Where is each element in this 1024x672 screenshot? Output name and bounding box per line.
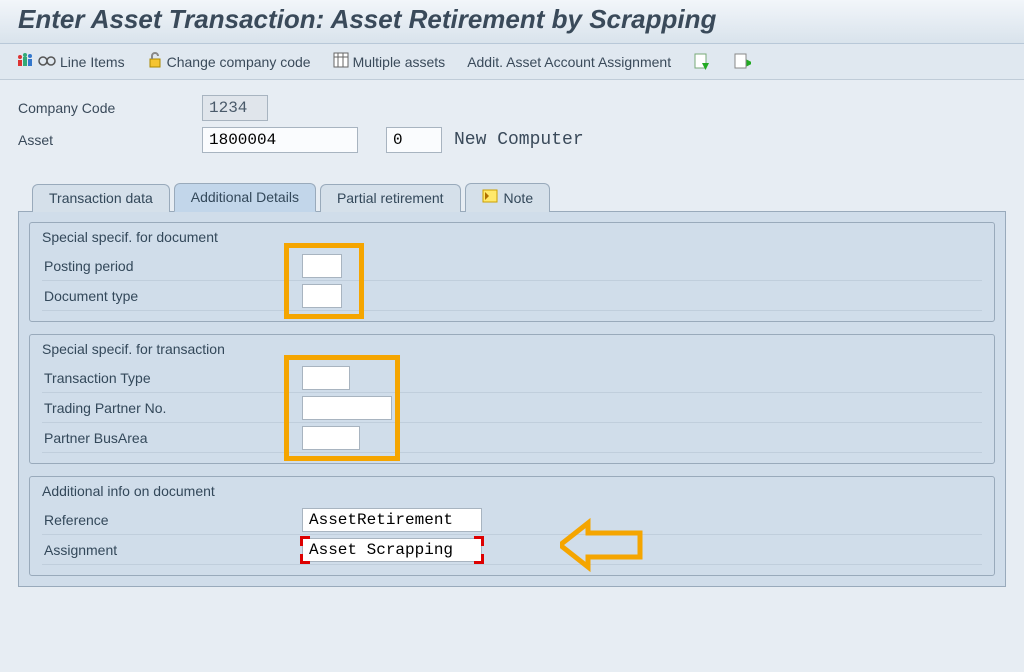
- addit-assign-label: Addit. Asset Account Assignment: [467, 54, 671, 70]
- company-code-label: Company Code: [18, 100, 202, 116]
- partner-busarea-field[interactable]: [302, 426, 360, 450]
- tab-additional-details[interactable]: Additional Details: [174, 183, 316, 212]
- asset-sub-field[interactable]: [386, 127, 442, 153]
- tab-note-label: Note: [504, 190, 534, 206]
- transaction-type-label: Transaction Type: [42, 370, 302, 386]
- trading-partner-field[interactable]: [302, 396, 392, 420]
- trading-partner-label: Trading Partner No.: [42, 400, 302, 416]
- tabstrip: Transaction data Additional Details Part…: [18, 182, 1006, 211]
- partner-busarea-label: Partner BusArea: [42, 430, 302, 446]
- line-items-button[interactable]: Line Items: [18, 53, 125, 70]
- asset-label: Asset: [18, 132, 202, 148]
- change-company-label: Change company code: [167, 54, 311, 70]
- posting-period-label: Posting period: [42, 258, 302, 274]
- tab-note[interactable]: Note: [465, 183, 551, 212]
- tab-body: Special specif. for document Posting per…: [18, 211, 1006, 587]
- multiple-assets-button[interactable]: Multiple assets: [333, 52, 446, 71]
- posting-period-field[interactable]: [302, 254, 342, 278]
- focus-corner-icon: [300, 554, 310, 564]
- assignment-field[interactable]: [302, 538, 482, 562]
- line-items-label: Line Items: [60, 54, 125, 70]
- focus-corner-icon: [474, 536, 484, 546]
- group-special-document-title: Special specif. for document: [42, 229, 982, 245]
- addit-assign-button[interactable]: Addit. Asset Account Assignment: [467, 54, 671, 70]
- glasses-icon: [38, 54, 56, 70]
- asset-number-field[interactable]: [202, 127, 358, 153]
- reference-field[interactable]: [302, 508, 482, 532]
- toolbar: Line Items Change company code Multiple …: [0, 44, 1024, 80]
- unlock-icon: [147, 52, 163, 71]
- asset-description: New Computer: [454, 130, 584, 150]
- group-additional-info-title: Additional info on document: [42, 483, 982, 499]
- transaction-type-field[interactable]: [302, 366, 350, 390]
- page-title: Enter Asset Transaction: Asset Retiremen…: [0, 0, 1024, 44]
- multiple-assets-label: Multiple assets: [353, 54, 446, 70]
- assignment-label: Assignment: [42, 542, 302, 558]
- note-icon: [482, 189, 498, 206]
- export-doc-icon[interactable]: [733, 53, 751, 71]
- company-code-field: [202, 95, 268, 121]
- document-type-label: Document type: [42, 288, 302, 304]
- group-special-document: Special specif. for document Posting per…: [29, 222, 995, 322]
- group-special-transaction-title: Special specif. for transaction: [42, 341, 982, 357]
- document-type-field[interactable]: [302, 284, 342, 308]
- group-special-transaction: Special specif. for transaction Transact…: [29, 334, 995, 464]
- reference-label: Reference: [42, 512, 302, 528]
- focus-corner-icon: [474, 554, 484, 564]
- create-doc-icon[interactable]: [693, 53, 711, 71]
- people-icon: [18, 53, 34, 70]
- focus-corner-icon: [300, 536, 310, 546]
- change-company-button[interactable]: Change company code: [147, 52, 311, 71]
- tab-transaction-data[interactable]: Transaction data: [32, 184, 170, 212]
- group-additional-info: Additional info on document Reference As…: [29, 476, 995, 576]
- table-icon: [333, 52, 349, 71]
- tab-partial-retirement[interactable]: Partial retirement: [320, 184, 461, 212]
